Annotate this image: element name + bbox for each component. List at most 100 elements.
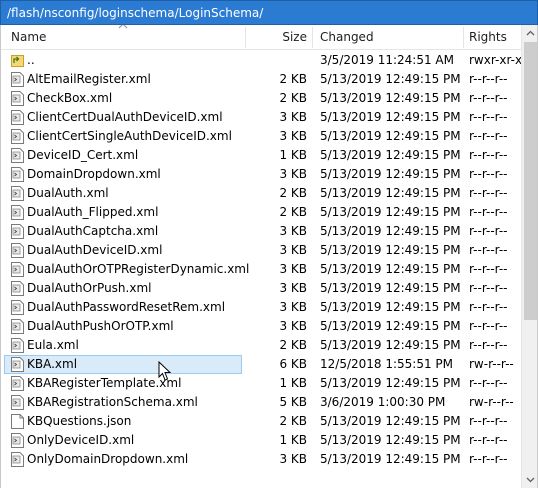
file-name[interactable]: KBA.xml bbox=[27, 355, 77, 374]
xml-file-icon bbox=[11, 376, 24, 391]
file-changed: 5/13/2019 12:49:15 PM bbox=[320, 376, 461, 390]
file-row[interactable]: DualAuth_Flipped.xml 2 KB 5/13/2019 12:49:… bbox=[1, 203, 521, 222]
file-name[interactable]: KBQuestions.json bbox=[27, 412, 131, 431]
file-row[interactable]: ClientCertSingleAuthDeviceID.xml 3 KB 5/13… bbox=[1, 127, 521, 146]
column-size[interactable]: Size bbox=[251, 25, 307, 50]
file-rights: r--r--r-- bbox=[469, 205, 508, 219]
scrollbar-thumb[interactable] bbox=[524, 42, 537, 320]
file-row[interactable]: KBARegistrationSchema.xml 5 KB 3/6/2019 1:… bbox=[1, 393, 521, 412]
file-changed: 5/13/2019 12:49:15 PM bbox=[320, 72, 461, 86]
file-changed: 5/13/2019 12:49:15 PM bbox=[320, 129, 461, 143]
file-name[interactable]: DualAuthDeviceID.xml bbox=[27, 241, 162, 260]
file-size: 3 KB bbox=[279, 300, 307, 314]
file-rights: r--r--r-- bbox=[469, 129, 508, 143]
file-name[interactable]: AltEmailRegister.xml bbox=[27, 70, 151, 89]
file-row[interactable]: OnlyDomainDropdown.xml 3 KB 5/13/2019 12:4… bbox=[1, 450, 521, 469]
file-name[interactable]: ClientCertSingleAuthDeviceID.xml bbox=[27, 127, 232, 146]
file-name[interactable]: DualAuthCaptcha.xml bbox=[27, 222, 158, 241]
file-changed: 5/13/2019 12:49:15 PM bbox=[320, 205, 461, 219]
file-rights: r--r--r-- bbox=[469, 148, 508, 162]
file-name[interactable]: DomainDropdown.xml bbox=[27, 165, 161, 184]
file-name[interactable]: CheckBox.xml bbox=[27, 89, 112, 108]
file-name[interactable]: ClientCertDualAuthDeviceID.xml bbox=[27, 108, 223, 127]
file-row[interactable]: DomainDropdown.xml 3 KB 5/13/2019 12:49:15… bbox=[1, 165, 521, 184]
file-size: 6 KB bbox=[279, 357, 307, 371]
file-size: 2 KB bbox=[279, 338, 307, 352]
file-name[interactable]: DualAuthPushOrOTP.xml bbox=[27, 317, 174, 336]
scroll-up-arrow-icon[interactable] bbox=[522, 25, 538, 42]
file-rights: r--r--r-- bbox=[469, 338, 508, 352]
vertical-scrollbar[interactable] bbox=[521, 25, 538, 488]
file-rights: r--r--r-- bbox=[469, 262, 508, 276]
file-changed: 5/13/2019 12:49:15 PM bbox=[320, 224, 461, 238]
xml-file-icon bbox=[11, 110, 24, 125]
file-row[interactable]: KBQuestions.json 2 KB 5/13/2019 12:49:15 P… bbox=[1, 412, 521, 431]
file-rights: rw-r--r-- bbox=[469, 357, 514, 371]
column-divider[interactable] bbox=[245, 27, 246, 48]
file-row[interactable]: DualAuthPasswordResetRem.xml 3 KB 5/13/201… bbox=[1, 298, 521, 317]
row-selection[interactable] bbox=[4, 51, 242, 70]
xml-file-icon bbox=[11, 300, 24, 315]
file-rights: r--r--r-- bbox=[469, 281, 508, 295]
file-row[interactable]: DualAuthOrPush.xml 3 KB 5/13/2019 12:49:15… bbox=[1, 279, 521, 298]
file-row[interactable]: Eula.xml 2 KB 5/13/2019 12:49:15 PM r--r--r… bbox=[1, 336, 521, 355]
file-changed: 5/13/2019 12:49:15 PM bbox=[320, 262, 461, 276]
column-header: Name Size Changed Rights bbox=[1, 25, 521, 50]
file-name[interactable]: DualAuthOrPush.xml bbox=[27, 279, 151, 298]
file-size: 3 KB bbox=[279, 110, 307, 124]
xml-file-icon bbox=[11, 148, 24, 163]
file-changed: 3/6/2019 1:00:30 PM bbox=[320, 395, 446, 409]
file-size: 3 KB bbox=[279, 319, 307, 333]
file-name[interactable]: KBARegistrationSchema.xml bbox=[27, 393, 198, 412]
file-size: 3 KB bbox=[279, 452, 307, 466]
file-row[interactable]: DualAuthOrOTPRegisterDynamic.xml 3 KB 5/13… bbox=[1, 260, 521, 279]
file-name[interactable]: DeviceID_Cert.xml bbox=[27, 146, 138, 165]
xml-file-icon bbox=[11, 186, 24, 201]
file-rights: r--r--r-- bbox=[469, 110, 508, 124]
column-divider[interactable] bbox=[463, 27, 464, 48]
file-row[interactable]: KBA.xml 6 KB 12/5/2018 1:55:51 PM rw-r--r-- bbox=[1, 355, 521, 374]
file-row[interactable]: CheckBox.xml 2 KB 5/13/2019 12:49:15 PM r--… bbox=[1, 89, 521, 108]
file-row[interactable]: KBARegisterTemplate.xml 1 KB 5/13/2019 12:… bbox=[1, 374, 521, 393]
file-changed: 5/13/2019 12:49:15 PM bbox=[320, 91, 461, 105]
file-row[interactable]: AltEmailRegister.xml 2 KB 5/13/2019 12:49:… bbox=[1, 70, 521, 89]
file-size: 2 KB bbox=[279, 72, 307, 86]
file-name[interactable]: OnlyDomainDropdown.xml bbox=[27, 450, 188, 469]
file-row[interactable]: .. 3/5/2019 11:24:51 AM rwxr-xr-x bbox=[1, 51, 522, 70]
column-name[interactable]: Name bbox=[11, 25, 46, 50]
file-size: 1 KB bbox=[279, 433, 307, 447]
file-rows: .. 3/5/2019 11:24:51 AM rwxr-xr-x AltEmailR… bbox=[1, 51, 522, 469]
file-list: Name Size Changed Rights .. 3/5/2019 11:2… bbox=[0, 25, 538, 488]
file-size: 3 KB bbox=[279, 281, 307, 295]
file-name[interactable]: OnlyDeviceID.xml bbox=[27, 431, 134, 450]
file-row[interactable]: DeviceID_Cert.xml 1 KB 5/13/2019 12:49:15 … bbox=[1, 146, 521, 165]
file-size: 1 KB bbox=[279, 148, 307, 162]
file-row[interactable]: ClientCertDualAuthDeviceID.xml 3 KB 5/13/2… bbox=[1, 108, 521, 127]
file-name[interactable]: DualAuth_Flipped.xml bbox=[27, 203, 158, 222]
file-name[interactable]: DualAuth.xml bbox=[27, 184, 109, 203]
file-row[interactable]: OnlyDeviceID.xml 1 KB 5/13/2019 12:49:15 P… bbox=[1, 431, 521, 450]
file-rights: rw-r--r-- bbox=[469, 395, 514, 409]
scroll-down-arrow-icon[interactable] bbox=[522, 471, 538, 488]
file-rights: r--r--r-- bbox=[469, 224, 508, 238]
file-name[interactable]: Eula.xml bbox=[27, 336, 79, 355]
column-rights[interactable]: Rights bbox=[469, 25, 507, 50]
file-changed: 5/13/2019 12:49:15 PM bbox=[320, 300, 461, 314]
file-changed: 5/13/2019 12:49:15 PM bbox=[320, 452, 461, 466]
file-size: 1 KB bbox=[279, 376, 307, 390]
file-name[interactable]: .. bbox=[27, 51, 35, 70]
column-divider[interactable] bbox=[312, 27, 313, 48]
file-row[interactable]: DualAuthCaptcha.xml 3 KB 5/13/2019 12:49:1… bbox=[1, 222, 521, 241]
file-name[interactable]: DualAuthPasswordResetRem.xml bbox=[27, 298, 225, 317]
file-row[interactable]: DualAuth.xml 2 KB 5/13/2019 12:49:15 PM r--… bbox=[1, 184, 521, 203]
file-size: 3 KB bbox=[279, 167, 307, 181]
xml-file-icon bbox=[11, 91, 24, 106]
column-changed[interactable]: Changed bbox=[320, 25, 374, 50]
file-rights: r--r--r-- bbox=[469, 433, 508, 447]
file-name[interactable]: DualAuthOrOTPRegisterDynamic.xml bbox=[27, 260, 249, 279]
file-changed: 5/13/2019 12:49:15 PM bbox=[320, 433, 461, 447]
file-row[interactable]: DualAuthDeviceID.xml 3 KB 5/13/2019 12:49:… bbox=[1, 241, 521, 260]
file-size: 5 KB bbox=[279, 395, 307, 409]
file-row[interactable]: DualAuthPushOrOTP.xml 3 KB 5/13/2019 12:49… bbox=[1, 317, 521, 336]
xml-file-icon bbox=[11, 129, 24, 144]
